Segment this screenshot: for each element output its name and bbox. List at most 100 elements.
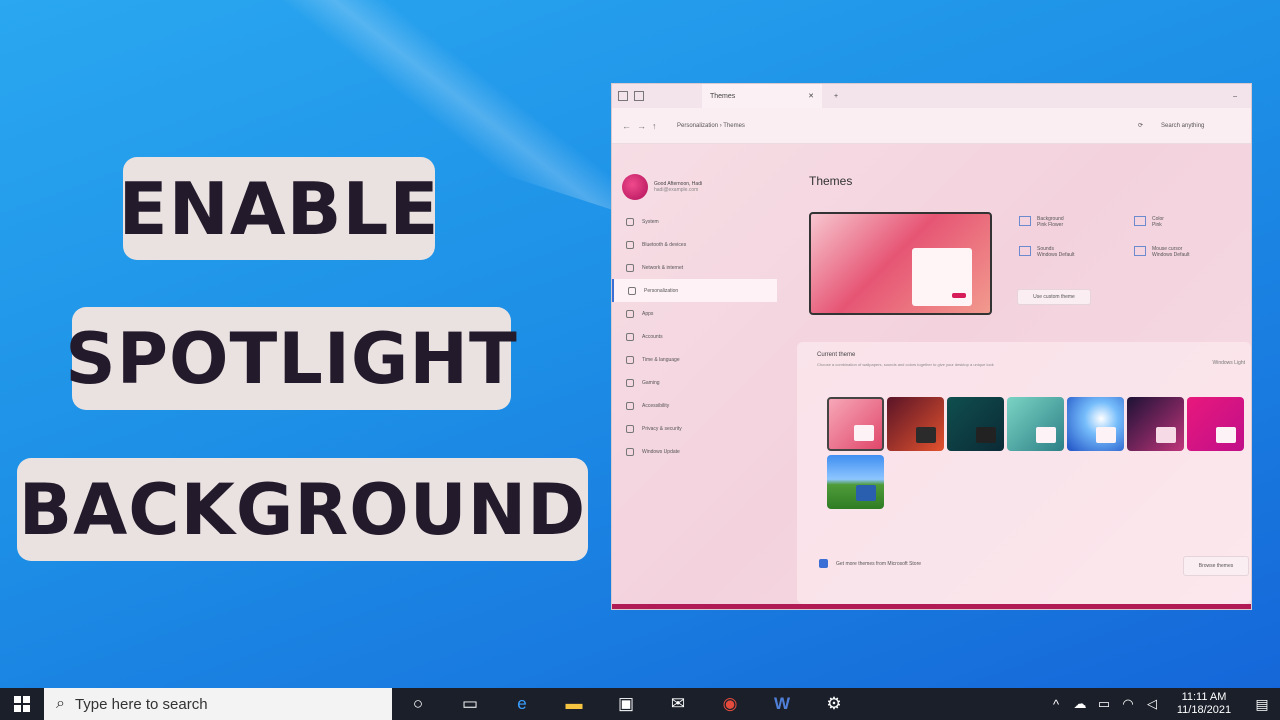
chrome-icon[interactable]: ◉ — [704, 688, 756, 720]
sidebar-item-label: Bluetooth & devices — [642, 241, 687, 248]
back-tab-icon[interactable] — [634, 91, 644, 101]
edge-icon[interactable]: e — [496, 688, 548, 720]
shield-icon — [626, 424, 634, 433]
theme-thumb-dark-flower[interactable] — [887, 397, 944, 451]
theme-thumb-teal-dark[interactable] — [947, 397, 1004, 451]
sidebar-item-label: Gaming — [642, 379, 660, 386]
current-theme-value: Windows Light — [1212, 360, 1245, 366]
start-button[interactable] — [0, 688, 44, 720]
get-more-label: Get more themes from Microsoft Store — [836, 560, 922, 567]
onedrive-icon[interactable]: ☁ — [1068, 696, 1092, 712]
property-value: Pink — [1152, 222, 1162, 228]
sidebar-item-label: Privacy & security — [642, 425, 682, 432]
sidebar-item-system[interactable]: System — [612, 210, 782, 233]
sidebar-item-label: Windows Update — [642, 448, 680, 455]
theme-thumb-bliss[interactable] — [827, 455, 884, 509]
theme-thumb-windows-light[interactable] — [1067, 397, 1124, 451]
brush-icon — [628, 286, 636, 295]
sidebar-item-network[interactable]: Network & internet — [612, 256, 782, 279]
close-tab-icon[interactable]: ✕ — [808, 92, 814, 100]
thumb-window — [976, 427, 996, 443]
clock[interactable]: 11:11 AM 11/18/2021 — [1164, 691, 1244, 717]
sidebar-item-label: Apps — [642, 310, 654, 317]
theme-thumb-teal-light[interactable] — [1007, 397, 1064, 451]
get-more-themes[interactable]: Get more themes from Microsoft Store — [819, 559, 921, 568]
theme-thumb-magenta[interactable] — [1187, 397, 1244, 451]
sidebar-item-accessibility[interactable]: Accessibility — [612, 394, 782, 417]
sidebar-item-accounts[interactable]: Accounts — [612, 325, 782, 348]
page-title: Themes — [809, 174, 853, 188]
clock-time: 11:11 AM — [1181, 691, 1227, 703]
nav-arrows-icon[interactable]: ←→↑ — [622, 121, 677, 131]
store-icon — [819, 559, 828, 568]
avatar — [622, 174, 648, 200]
notification-icon[interactable]: ▤ — [1244, 696, 1280, 713]
sidebar-item-privacy[interactable]: Privacy & security — [612, 417, 782, 440]
tab-title: Themes — [710, 92, 736, 100]
cursor-property[interactable]: Mouse cursor Windows Default — [1134, 246, 1244, 258]
sidebar-item-personalization[interactable]: Personalization — [612, 279, 777, 302]
property-value: Windows Default — [1152, 252, 1190, 258]
system-icon — [626, 217, 634, 226]
new-tab-icon[interactable]: + — [834, 93, 838, 100]
current-theme-description: Choose a combination of wallpapers, soun… — [817, 362, 994, 367]
current-theme-panel: Current theme Choose a combination of wa… — [797, 342, 1251, 604]
browse-themes-button[interactable]: Browse themes — [1183, 556, 1249, 576]
background-property[interactable]: Background Pink Flower — [1019, 216, 1129, 228]
thumb-window — [1216, 427, 1236, 443]
word-icon[interactable]: W — [756, 688, 808, 720]
sidebar: Good Afternoon, Hadi hadi@example.com Sy… — [612, 154, 782, 609]
sidebar-item-label: Time & language — [642, 356, 680, 363]
window-tab-bar: Themes ✕ + – — [612, 84, 1251, 108]
task-view-icon[interactable]: ▭ — [444, 688, 496, 720]
refresh-icon[interactable]: ⟳ — [1138, 122, 1143, 129]
address-bar: ←→↑ Personalization › Themes ⟳ Search an… — [612, 108, 1251, 144]
cursor-icon — [1134, 246, 1146, 256]
sidebar-item-time-language[interactable]: Time & language — [612, 348, 782, 371]
sounds-property[interactable]: Sounds Windows Default — [1019, 246, 1129, 258]
sidebar-item-gaming[interactable]: Gaming — [612, 371, 782, 394]
current-theme-label: Current theme — [817, 352, 856, 358]
image-icon — [1019, 216, 1031, 226]
store-icon[interactable]: ▣ — [600, 688, 652, 720]
tab-themes[interactable]: Themes ✕ — [702, 84, 822, 108]
mail-icon[interactable]: ✉ — [652, 688, 704, 720]
sidebar-item-label: Personalization — [644, 287, 679, 294]
preview-button — [952, 293, 966, 298]
palette-icon — [1134, 216, 1146, 226]
sidebar-item-apps[interactable]: Apps — [612, 302, 782, 325]
minimize-icon[interactable]: – — [1233, 93, 1237, 100]
sidebar-item-label: Accessibility — [642, 402, 670, 409]
use-custom-theme-button[interactable]: Use custom theme — [1017, 289, 1091, 305]
thumb-window — [1156, 427, 1176, 443]
taskbar-search-placeholder: Type here to search — [74, 695, 208, 713]
settings-gear-icon[interactable]: ⚙ — [808, 688, 860, 720]
property-value: Pink Flower — [1037, 222, 1064, 228]
volume-icon[interactable]: ◁ — [1140, 696, 1164, 712]
sidebar-item-bluetooth[interactable]: Bluetooth & devices — [612, 233, 782, 256]
color-property[interactable]: Color Pink — [1134, 216, 1244, 228]
bluetooth-icon — [626, 240, 634, 249]
sidebar-item-windows-update[interactable]: Windows Update — [612, 440, 782, 463]
windows-logo-icon — [14, 696, 30, 712]
search-input[interactable]: Search anything — [1161, 123, 1251, 129]
file-explorer-icon[interactable]: ▬ — [548, 688, 600, 720]
battery-icon[interactable]: ▭ — [1092, 696, 1116, 712]
user-profile[interactable]: Good Afternoon, Hadi hadi@example.com — [612, 154, 782, 210]
theme-thumb-purple-dark[interactable] — [1127, 397, 1184, 451]
thumb-window — [1096, 427, 1116, 443]
apps-icon — [626, 309, 634, 318]
taskbar-search[interactable]: ⌕ Type here to search — [44, 688, 392, 720]
cortana-icon[interactable]: ○ — [392, 688, 444, 720]
theme-thumb-pink-flower[interactable] — [827, 397, 884, 451]
thumb-window — [916, 427, 936, 443]
search-icon: ⌕ — [56, 695, 65, 712]
wifi-icon[interactable]: ◠ — [1116, 696, 1140, 712]
thumb-window — [1036, 427, 1056, 443]
sidebar-item-label: Accounts — [642, 333, 663, 340]
chevron-up-icon[interactable]: ^ — [1044, 697, 1068, 712]
person-icon — [626, 332, 634, 341]
breadcrumb: Personalization › Themes — [677, 122, 745, 129]
gamepad-icon — [626, 378, 634, 387]
title-line-background: BACKGROUND — [17, 458, 588, 561]
